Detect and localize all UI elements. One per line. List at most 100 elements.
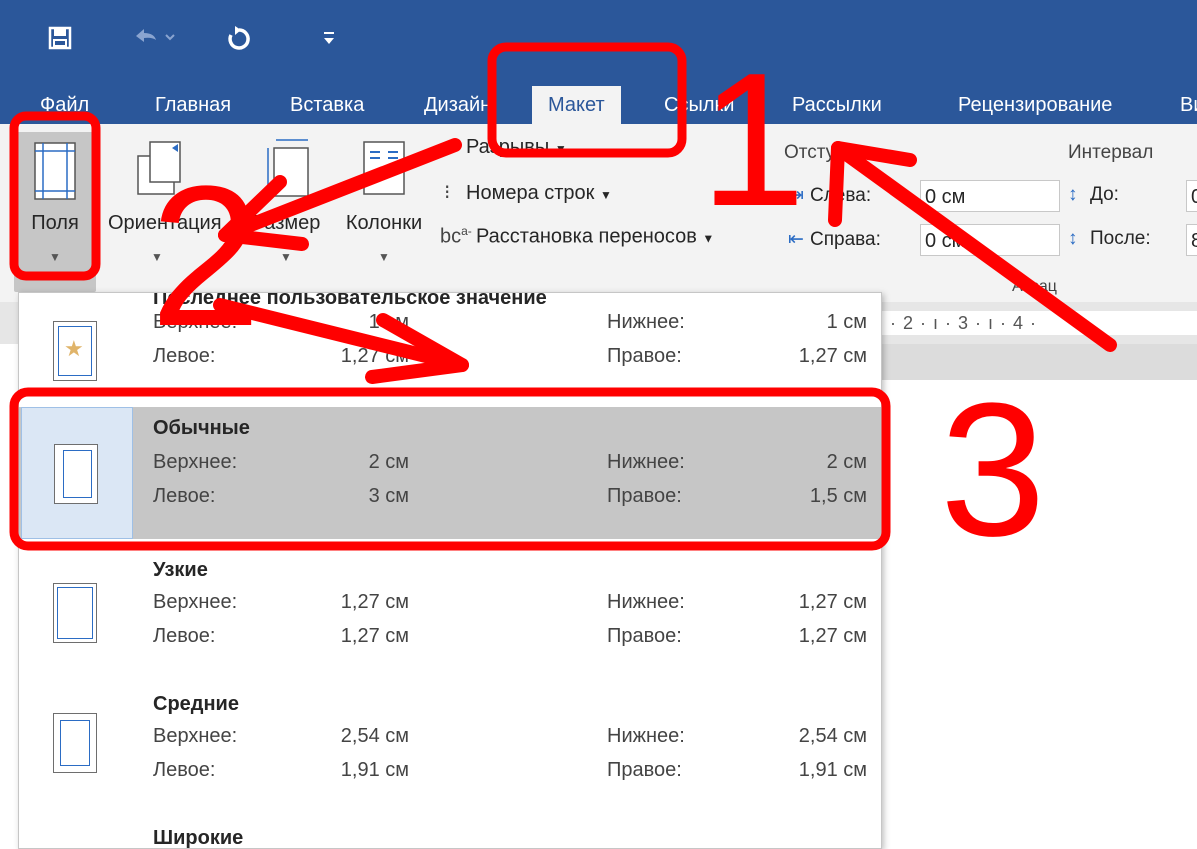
chevron-down-icon: ▼: [280, 250, 292, 264]
right-value: 1,27 см: [798, 345, 867, 367]
right-label: Правое:: [607, 759, 682, 781]
left-value: 1,27 см: [340, 345, 409, 367]
left-value: 3 см: [368, 485, 409, 507]
hyphenation-icon: bca-: [440, 224, 472, 248]
margins-icon: [34, 142, 76, 200]
indent-right-label: ⇤ Справа:: [788, 229, 881, 250]
ribbon-tabs: Файл Главная Вставка Дизайн Макет Ссылки…: [0, 78, 1197, 124]
size-button[interactable]: Размер ▼: [232, 132, 340, 292]
left-value: 1,27 см: [340, 625, 409, 647]
top-value: 2 см: [368, 451, 409, 473]
tab-review[interactable]: Рецензирование: [958, 86, 1112, 124]
indent-left-label: ⇥ Слева:: [788, 185, 872, 206]
orientation-icon: [137, 141, 181, 195]
spacing-before-input[interactable]: 0: [1186, 180, 1197, 212]
right-label: Правое:: [607, 345, 682, 367]
bottom-label: Нижнее:: [607, 451, 685, 473]
top-label: Верхнее:: [153, 725, 238, 747]
orientation-button[interactable]: Ориентация ▼: [108, 132, 222, 292]
margins-button[interactable]: Поля ▼: [14, 132, 96, 292]
top-label: Верхнее:: [153, 311, 238, 333]
chevron-down-icon: ▼: [151, 250, 163, 264]
spacing-after-input[interactable]: 8: [1186, 224, 1197, 256]
bottom-label: Нижнее:: [607, 311, 685, 333]
margins-label: Поля: [31, 212, 79, 234]
repeat-icon[interactable]: [226, 24, 252, 56]
top-label: Верхнее:: [153, 591, 238, 613]
right-label: Правое:: [607, 625, 682, 647]
spacing-after-icon: ↕: [1068, 228, 1078, 249]
tab-view[interactable]: Ви: [1180, 86, 1197, 124]
margin-option-wide[interactable]: Широкие: [19, 817, 881, 849]
spacing-group-label: Интервал: [1068, 142, 1154, 163]
spacing-before-label: ↕ До:: [1068, 184, 1119, 205]
tab-home[interactable]: Главная: [155, 86, 231, 124]
right-label: Правое:: [607, 485, 682, 507]
breaks-label: Разрывы: [466, 136, 550, 158]
line-numbers-button[interactable]: ⁝ Номера строк ▼: [444, 180, 612, 205]
spacing-before-icon: ↕: [1068, 184, 1078, 205]
indent-group-label: Отступ: [784, 142, 846, 163]
columns-label: Колонки: [345, 212, 423, 234]
chevron-down-icon: ▼: [49, 250, 61, 264]
top-label: Верхнее:: [153, 451, 238, 473]
customize-qat-icon[interactable]: [322, 30, 336, 50]
tab-insert[interactable]: Вставка: [290, 86, 364, 124]
tab-design[interactable]: Дизайн: [424, 86, 491, 124]
page-margins-icon: [54, 444, 98, 504]
bottom-label: Нижнее:: [607, 725, 685, 747]
spacing-after-label: ↕ После:: [1068, 228, 1151, 249]
page-size-icon: [267, 139, 309, 197]
margin-option-last-custom[interactable]: ★ Последнее пользовательское значение Ве…: [19, 293, 881, 425]
bottom-value: 2,54 см: [798, 725, 867, 747]
hyphenation-button[interactable]: bca- Расстановка переносов ▼: [440, 224, 714, 249]
indent-right-icon: ⇤: [788, 229, 804, 250]
top-value: 2,54 см: [340, 725, 409, 747]
bottom-value: 2 см: [826, 451, 867, 473]
line-numbers-label: Номера строк: [466, 182, 595, 204]
left-label: Левое:: [153, 485, 216, 507]
left-label: Левое:: [153, 345, 216, 367]
tab-references[interactable]: Ссылки: [664, 86, 734, 124]
top-value: 1,27 см: [340, 591, 409, 613]
save-icon[interactable]: [48, 26, 72, 54]
undo-icon[interactable]: [132, 24, 176, 56]
page-margins-icon: ★: [53, 321, 97, 381]
indent-right-input[interactable]: 0 см: [920, 224, 1060, 256]
title-bar: [0, 0, 1197, 78]
tab-layout[interactable]: Макет: [532, 86, 621, 124]
option-title: Широкие: [153, 827, 244, 849]
margin-option-moderate[interactable]: Средние Верхнее: 2,54 см Нижнее: 2,54 см…: [19, 683, 881, 815]
option-title: Обычные: [153, 417, 250, 439]
left-value: 1,91 см: [340, 759, 409, 781]
tab-mailings[interactable]: Рассылки: [792, 86, 882, 124]
size-label: Размер: [251, 212, 321, 234]
margin-option-narrow[interactable]: Узкие Верхнее: 1,27 см Нижнее: 1,27 см Л…: [19, 549, 881, 681]
paragraph-group-label: Абзац: [1012, 278, 1057, 295]
margins-dropdown: ★ Последнее пользовательское значение Ве…: [18, 292, 882, 849]
document-margin-band: [880, 344, 1197, 380]
chevron-down-icon: ▼: [702, 231, 715, 246]
hyphenation-label: Расстановка переносов: [476, 225, 697, 248]
columns-icon: [363, 141, 405, 195]
chevron-down-icon: ▼: [599, 188, 612, 202]
bottom-value: 1,27 см: [798, 591, 867, 613]
indent-left-input[interactable]: 0 см: [920, 180, 1060, 212]
option-title: Последнее пользовательское значение: [153, 292, 547, 309]
line-numbers-icon: ⁝: [444, 182, 451, 204]
ruler-ticks: · 2 · ı · 3 · ı · 4 ·: [890, 313, 1038, 333]
columns-button[interactable]: Колонки ▼: [336, 132, 432, 292]
chevron-down-icon: ▼: [378, 250, 390, 264]
right-value: 1,27 см: [798, 625, 867, 647]
star-icon: ★: [64, 336, 84, 361]
margin-option-normal[interactable]: Обычные Верхнее: 2 см Нижнее: 2 см Левое…: [19, 407, 881, 539]
right-value: 1,91 см: [798, 759, 867, 781]
indent-left-icon: ⇥: [788, 185, 804, 206]
breaks-button[interactable]: ⸗ Разрывы ▼: [444, 136, 567, 159]
page-margins-icon: [53, 583, 97, 643]
bottom-value: 1 см: [826, 311, 867, 333]
orientation-label: Ориентация: [108, 212, 222, 234]
bottom-label: Нижнее:: [607, 591, 685, 613]
option-title: Средние: [153, 693, 239, 715]
tab-file[interactable]: Файл: [40, 86, 89, 124]
